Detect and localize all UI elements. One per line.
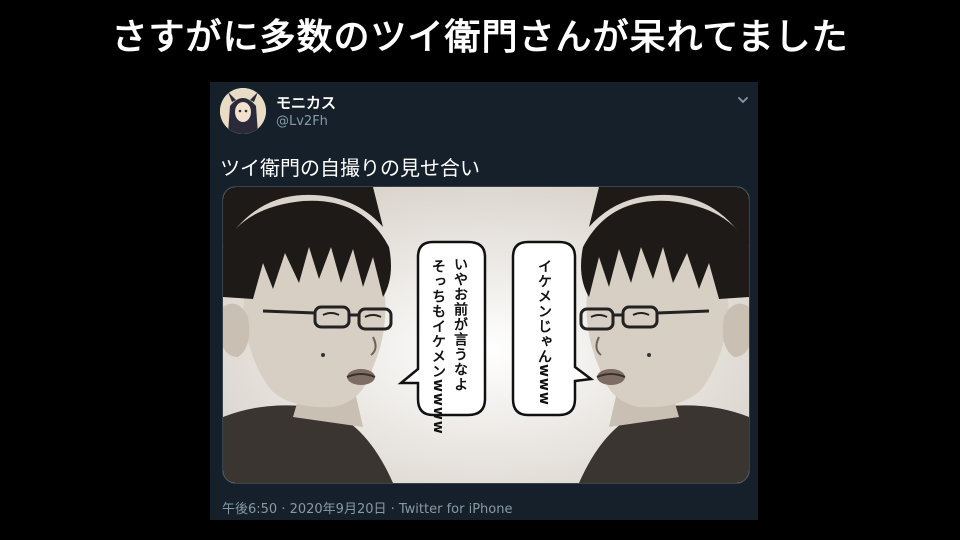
right-bubble-text: イケメンじゃんwww — [536, 259, 552, 406]
tweet-image[interactable]: いやお前が言うなよ そっちもイケメンwwww イケメンじゃんwww — [222, 186, 750, 484]
left-bubble-line1: いやお前が言うなよ — [452, 257, 468, 392]
manga-illustration — [223, 187, 749, 483]
tweet-card[interactable]: モニカス @Lv2Fh ツイ衛門の自撮りの見せ合い いやお前が言うなよ そっちも… — [210, 82, 758, 520]
avatar[interactable] — [220, 88, 266, 134]
user-handle[interactable]: @Lv2Fh — [276, 114, 328, 129]
tweet-timestamp[interactable]: 午後6:50 · 2020年9月20日 · Twitter for iPhone — [222, 498, 512, 517]
display-name[interactable]: モニカス — [276, 92, 336, 113]
headline-caption: さすがに多数のツイ衛門さんが呆れてました — [111, 17, 849, 58]
chevron-down-icon[interactable] — [736, 92, 750, 106]
left-bubble-line2: そっちもイケメンwwww — [430, 259, 446, 435]
tweet-text: ツイ衛門の自撮りの見せ合い — [220, 156, 480, 180]
